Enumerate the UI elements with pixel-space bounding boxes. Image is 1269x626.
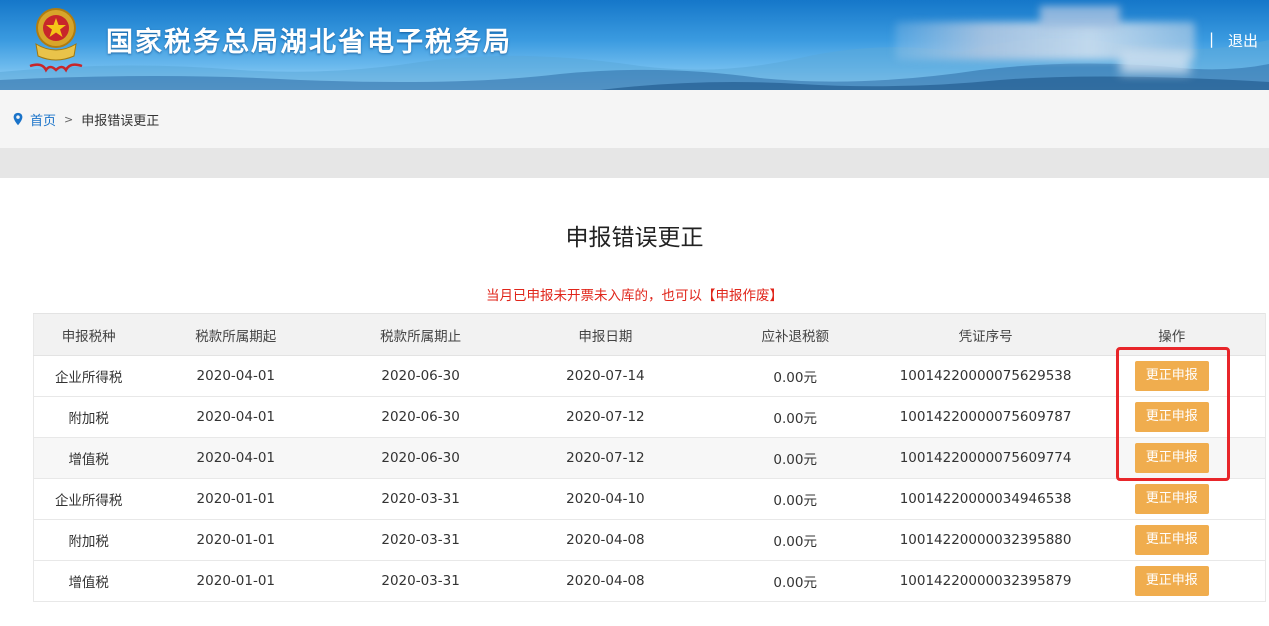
site-title: 国家税务总局湖北省电子税务局 — [106, 27, 512, 58]
cell-period-start: 2020-01-01 — [143, 560, 329, 602]
correct-declaration-button[interactable]: 更正申报 — [1134, 566, 1209, 596]
cell-period-start: 2020-04-01 — [143, 437, 329, 479]
table-row: 附加税 2020-04-01 2020-06-30 2020-07-12 0.0… — [33, 396, 1266, 438]
cell-tax-type: 企业所得税 — [33, 355, 144, 397]
column-header-voucher-no: 凭证序号 — [892, 313, 1079, 356]
correct-declaration-button[interactable]: 更正申报 — [1134, 361, 1209, 391]
location-pin-icon — [13, 112, 23, 126]
notice-message: 当月已申报未开票未入库的，也可以 — [486, 288, 702, 304]
blurred-user-info-top — [1040, 6, 1120, 28]
table-row: 企业所得税 2020-01-01 2020-03-31 2020-04-10 0… — [33, 478, 1266, 520]
cell-amount: 0.00元 — [697, 519, 893, 561]
cell-action: 更正申报 — [1078, 478, 1266, 520]
cell-action: 更正申报 — [1078, 396, 1266, 438]
cell-period-end: 2020-03-31 — [328, 519, 513, 561]
cell-tax-type: 增值税 — [33, 437, 144, 479]
tax-emblem-icon — [29, 8, 83, 73]
cell-action: 更正申报 — [1078, 560, 1266, 602]
correct-declaration-button[interactable]: 更正申报 — [1134, 443, 1209, 473]
cell-declare-date: 2020-04-08 — [513, 560, 698, 602]
correct-declaration-button[interactable]: 更正申报 — [1134, 402, 1209, 432]
cell-voucher-no: 10014220000075609787 — [892, 396, 1079, 438]
cell-declare-date: 2020-07-12 — [513, 396, 698, 438]
cell-voucher-no: 10014220000075609774 — [892, 437, 1079, 479]
cell-voucher-no: 10014220000032395879 — [892, 560, 1079, 602]
cell-tax-type: 增值税 — [33, 560, 144, 602]
cell-declare-date: 2020-07-14 — [513, 355, 698, 397]
cell-period-end: 2020-03-31 — [328, 560, 513, 602]
declaration-records-table: 申报税种 税款所属期起 税款所属期止 申报日期 应补退税额 凭证序号 操作 企业… — [33, 313, 1266, 602]
cell-voucher-no: 10014220000075629538 — [892, 355, 1079, 397]
cell-period-start: 2020-04-01 — [143, 355, 329, 397]
cell-period-end: 2020-06-30 — [328, 396, 513, 438]
cell-tax-type: 附加税 — [33, 519, 144, 561]
cell-action: 更正申报 — [1078, 437, 1266, 479]
breadcrumb-home-link[interactable]: 首页 — [30, 110, 56, 129]
column-header-action: 操作 — [1078, 313, 1266, 356]
void-declaration-link[interactable]: 【申报作废】 — [702, 288, 783, 304]
table-header-row: 申报税种 税款所属期起 税款所属期止 申报日期 应补退税额 凭证序号 操作 — [33, 313, 1266, 356]
cell-amount: 0.00元 — [697, 396, 893, 438]
cell-period-end: 2020-06-30 — [328, 437, 513, 479]
cell-declare-date: 2020-04-08 — [513, 519, 698, 561]
logout-link[interactable]: 退出 — [1228, 30, 1258, 51]
cell-declare-date: 2020-04-10 — [513, 478, 698, 520]
breadcrumb: 首页 > 申报错误更正 — [0, 90, 1269, 148]
table-row: 增值税 2020-04-01 2020-06-30 2020-07-12 0.0… — [33, 437, 1266, 479]
cell-declare-date: 2020-07-12 — [513, 437, 698, 479]
breadcrumb-current: 申报错误更正 — [81, 113, 160, 129]
cell-voucher-no: 10014220000034946538 — [892, 478, 1079, 520]
page-title: 申报错误更正 — [565, 225, 704, 251]
table-row: 增值税 2020-01-01 2020-03-31 2020-04-08 0.0… — [33, 560, 1266, 602]
correct-declaration-button[interactable]: 更正申报 — [1134, 484, 1209, 514]
cell-period-start: 2020-01-01 — [143, 478, 329, 520]
breadcrumb-separator: > — [64, 112, 74, 126]
correct-declaration-button[interactable]: 更正申报 — [1134, 525, 1209, 555]
logout-separator: | — [1209, 30, 1215, 48]
column-header-tax-type: 申报税种 — [33, 313, 144, 356]
cell-action: 更正申报 — [1078, 519, 1266, 561]
cell-amount: 0.00元 — [697, 355, 893, 397]
header-banner: 国家税务总局湖北省电子税务局 | 退出 — [0, 0, 1269, 90]
column-header-period-start: 税款所属期起 — [143, 313, 329, 356]
cell-amount: 0.00元 — [697, 478, 893, 520]
table-row: 附加税 2020-01-01 2020-03-31 2020-04-08 0.0… — [33, 519, 1266, 561]
column-header-declare-date: 申报日期 — [513, 313, 698, 356]
blurred-user-info-bottom — [1120, 52, 1190, 74]
cell-action: 更正申报 — [1078, 355, 1266, 397]
table-row: 企业所得税 2020-04-01 2020-06-30 2020-07-14 0… — [33, 355, 1266, 397]
cell-amount: 0.00元 — [697, 437, 893, 479]
cell-period-start: 2020-01-01 — [143, 519, 329, 561]
cell-period-start: 2020-04-01 — [143, 396, 329, 438]
cell-tax-type: 企业所得税 — [33, 478, 144, 520]
cell-amount: 0.00元 — [697, 560, 893, 602]
column-header-amount: 应补退税额 — [697, 313, 893, 356]
cell-period-end: 2020-06-30 — [328, 355, 513, 397]
notice-text: 当月已申报未开票未入库的，也可以【申报作废】 — [0, 284, 1269, 304]
cell-period-end: 2020-03-31 — [328, 478, 513, 520]
cell-voucher-no: 10014220000032395880 — [892, 519, 1079, 561]
cell-tax-type: 附加税 — [33, 396, 144, 438]
column-header-period-end: 税款所属期止 — [328, 313, 513, 356]
section-divider-band — [0, 148, 1269, 178]
